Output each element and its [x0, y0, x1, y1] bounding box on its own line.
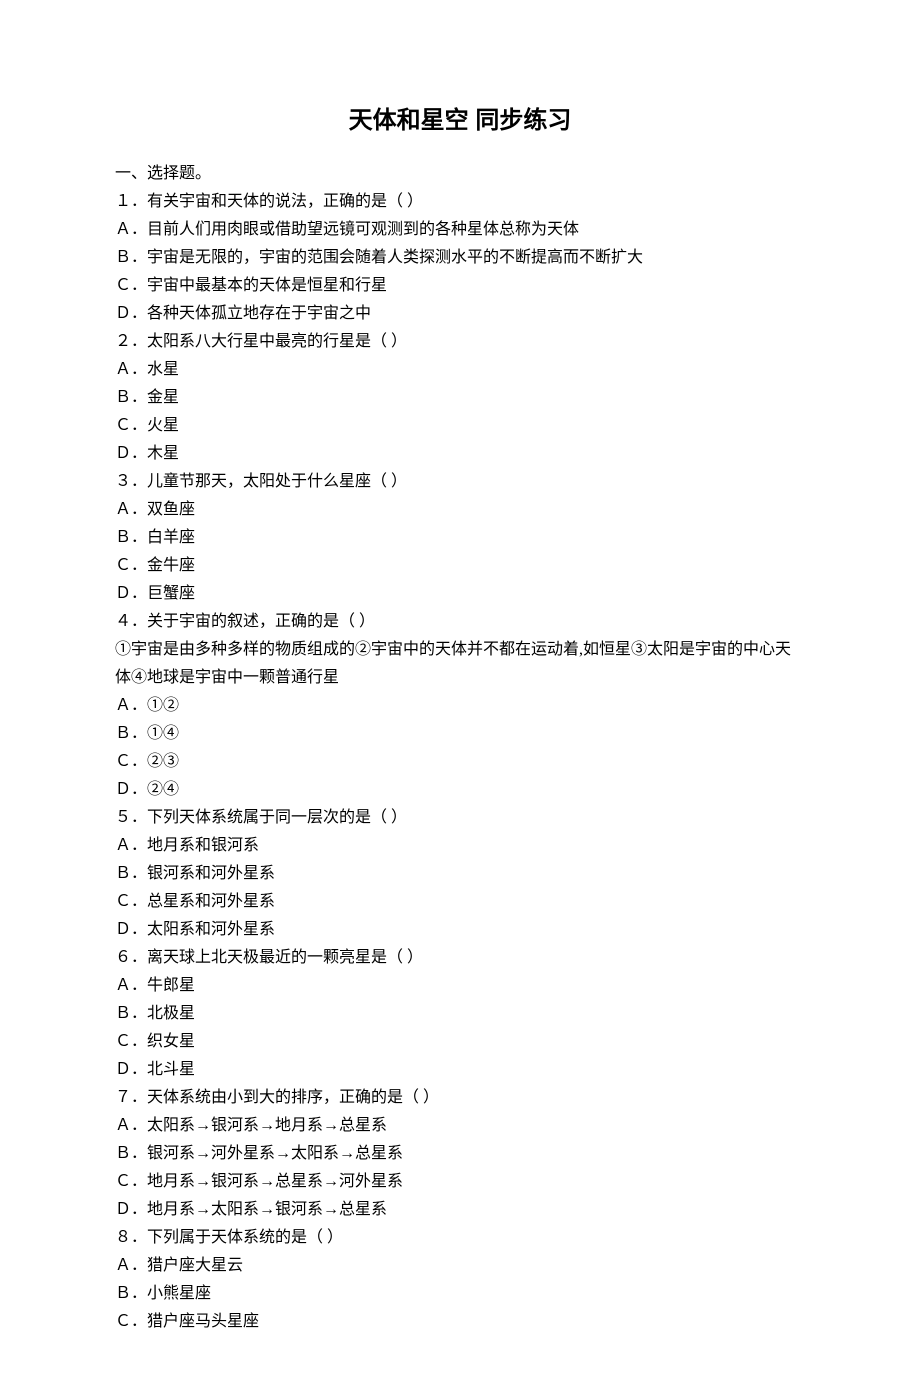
question-option: Ｃ．织女星 [115, 1028, 805, 1056]
question-stem: １．有关宇宙和天体的说法，正确的是（ ） [115, 188, 805, 216]
question-option: Ｃ．猎户座马头星座 [115, 1308, 805, 1336]
question-option: Ｄ．太阳系和河外星系 [115, 916, 805, 944]
question-stem: ６．离天球上北天极最近的一颗亮星是（ ） [115, 944, 805, 972]
question-option: Ｂ．金星 [115, 384, 805, 412]
question-option: Ｂ．北极星 [115, 1000, 805, 1028]
page-title: 天体和星空 同步练习 [115, 100, 805, 142]
question-option: Ｄ．各种天体孤立地存在于宇宙之中 [115, 300, 805, 328]
question-option: Ｂ．白羊座 [115, 524, 805, 552]
question-option: Ｃ．火星 [115, 412, 805, 440]
question-option: Ｂ．小熊星座 [115, 1280, 805, 1308]
question-option: Ｃ．金牛座 [115, 552, 805, 580]
question-option: Ａ．双鱼座 [115, 496, 805, 524]
question-option: Ａ．目前人们用肉眼或借助望远镜可观测到的各种星体总称为天体 [115, 216, 805, 244]
question-option: Ｂ．银河系和河外星系 [115, 860, 805, 888]
question-option: Ｄ．巨蟹座 [115, 580, 805, 608]
section-header: 一、选择题。 [115, 160, 805, 188]
question-option: Ａ．①② [115, 692, 805, 720]
question-option: Ｂ．①④ [115, 720, 805, 748]
question-stem: ３．儿童节那天，太阳处于什么星座（ ） [115, 468, 805, 496]
question-option: Ｄ．地月系→太阳系→银河系→总星系 [115, 1196, 805, 1224]
question-option: Ａ．太阳系→银河系→地月系→总星系 [115, 1112, 805, 1140]
question-option: Ｃ．地月系→银河系→总星系→河外星系 [115, 1168, 805, 1196]
question-stem: ４．关于宇宙的叙述，正确的是（ ） [115, 608, 805, 636]
question-option: Ｄ．②④ [115, 776, 805, 804]
question-option: Ｂ．银河系→河外星系→太阳系→总星系 [115, 1140, 805, 1168]
question-option: Ｃ．宇宙中最基本的天体是恒星和行星 [115, 272, 805, 300]
question-option: Ｃ．总星系和河外星系 [115, 888, 805, 916]
question-option: Ｄ．北斗星 [115, 1056, 805, 1084]
question-option: Ｄ．木星 [115, 440, 805, 468]
question-stem: ８．下列属于天体系统的是（ ） [115, 1224, 805, 1252]
question-stem: ７．天体系统由小到大的排序，正确的是（ ） [115, 1084, 805, 1112]
question-stem: ２．太阳系八大行星中最亮的行星是（ ） [115, 328, 805, 356]
question-option: Ａ．水星 [115, 356, 805, 384]
question-option: Ｂ．宇宙是无限的，宇宙的范围会随着人类探测水平的不断提高而不断扩大 [115, 244, 805, 272]
question-option: Ａ．猎户座大星云 [115, 1252, 805, 1280]
questions-container: １．有关宇宙和天体的说法，正确的是（ ）Ａ．目前人们用肉眼或借助望远镜可观测到的… [115, 188, 805, 1336]
question-stem: ５．下列天体系统属于同一层次的是（ ） [115, 804, 805, 832]
question-substem: ①宇宙是由多种多样的物质组成的②宇宙中的天体并不都在运动着,如恒星③太阳是宇宙的… [115, 636, 805, 692]
question-option: Ａ．地月系和银河系 [115, 832, 805, 860]
question-option: Ｃ．②③ [115, 748, 805, 776]
question-option: Ａ．牛郎星 [115, 972, 805, 1000]
